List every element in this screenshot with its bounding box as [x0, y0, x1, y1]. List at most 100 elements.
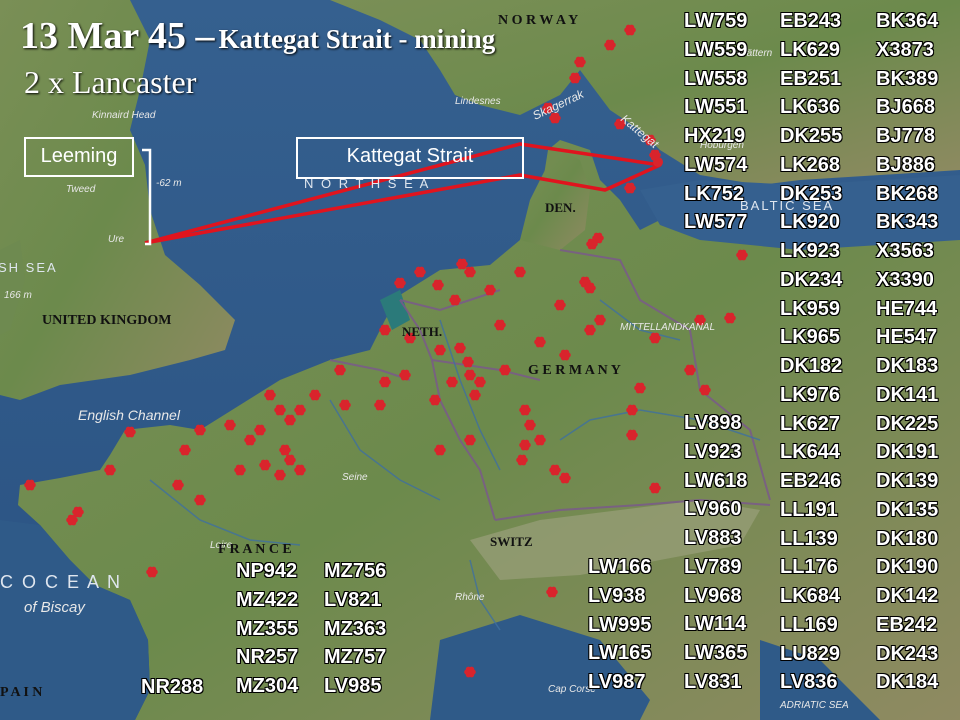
aircraft-serial: DK183 [876, 355, 939, 377]
aircraft-serial: LV789 [684, 555, 742, 578]
aircraft-serial: MZ363 [324, 617, 387, 640]
aircraft-serial: DK255 [780, 125, 843, 147]
aircraft-serial: LW577 [684, 211, 748, 234]
aircraft-serial: LW559 [684, 38, 748, 61]
aircraft-serial: DK243 [876, 642, 939, 665]
label-english-channel: English Channel [78, 407, 181, 423]
aircraft-serial: BK364 [876, 10, 939, 32]
aircraft-serial: HX219 [684, 125, 746, 147]
aircraft-serial: MZ757 [324, 646, 387, 669]
slide-title: 13 Mar 45 – Kattegat Strait - mining [20, 14, 495, 58]
aircraft-serial: DK190 [876, 556, 939, 579]
label-depth1: -62 m [156, 178, 182, 189]
aircraft-serial: LW365 [684, 642, 748, 664]
aircraft-serial: LV923 [684, 440, 742, 463]
label-den: DEN. [545, 200, 576, 215]
label-neth: NETH. [402, 324, 442, 339]
aircraft-serial: LV836 [780, 671, 838, 694]
label-switz: SWITZ [490, 534, 533, 549]
label-kinnaird: Kinnaird Head [92, 110, 156, 121]
label-mittelland: MITTELLANDKANAL [620, 322, 715, 333]
aircraft-serial: LL139 [780, 527, 838, 550]
aircraft-serial: LV968 [684, 584, 742, 607]
aircraft-serial: BK268 [876, 182, 939, 205]
aircraft-serial: DK225 [876, 412, 939, 435]
base-label: Leeming [24, 137, 134, 177]
label-biscay: of Biscay [24, 599, 86, 616]
label-seine: Seine [342, 472, 368, 483]
aircraft-serial: EB242 [876, 613, 938, 636]
aircraft-serial: NR288 [141, 676, 204, 698]
aircraft-serial: DK191 [876, 441, 939, 464]
aircraft-serial: LK923 [780, 240, 841, 262]
aircraft-serial: LK920 [780, 211, 841, 234]
aircraft-serial: BK343 [876, 211, 939, 234]
title-target: Kattegat Strait - mining [218, 24, 496, 54]
aircraft-serial: LW759 [684, 10, 748, 32]
aircraft-serial: NR257 [236, 646, 299, 669]
aircraft-serial: LV831 [684, 670, 742, 693]
aircraft-serial: LV883 [684, 527, 742, 549]
aircraft-serial: LV987 [588, 671, 646, 693]
aircraft-serial: BK389 [876, 67, 939, 90]
aircraft-serial: EB243 [780, 10, 842, 32]
aircraft-serial: EB251 [780, 67, 842, 90]
aircraft-serial: LW551 [684, 96, 748, 119]
target-label: Kattegat Strait [296, 137, 524, 179]
aircraft-serial: X3390 [876, 268, 934, 291]
aircraft-serial: LV960 [684, 498, 742, 521]
aircraft-serial: LL176 [780, 556, 838, 579]
aircraft-serial: DK142 [876, 585, 939, 607]
aircraft-serial: LK965 [780, 326, 841, 349]
aircraft-serial: DK180 [876, 527, 939, 550]
aircraft-serial: DK234 [780, 268, 843, 291]
aircraft-serial: MZ422 [236, 588, 299, 611]
aircraft-serial: MZ304 [236, 675, 299, 697]
aircraft-serial: LK684 [780, 585, 841, 607]
label-adriatic: ADRIATIC SEA [779, 700, 849, 711]
aircraft-serial: NP942 [236, 560, 298, 582]
label-france: F R A N C E [218, 542, 292, 557]
aircraft-serial: LW574 [684, 153, 748, 176]
label-tweed: Tweed [66, 184, 96, 195]
aircraft-serial: DK135 [876, 498, 939, 521]
map-slide: Kinnaird Head Tweed Ure -62 m 166 m Lind… [0, 0, 960, 720]
label-uk: UNITED KINGDOM [42, 313, 172, 328]
aircraft-serial: MZ355 [236, 617, 299, 640]
aircraft-serial: X3563 [876, 240, 934, 262]
label-irish-sea: SH SEA [0, 260, 58, 275]
aircraft-serial: LK268 [780, 153, 841, 176]
label-lindesnes: Lindesnes [455, 96, 501, 107]
aircraft-serial: LW114 [684, 613, 747, 636]
aircraft-serial: LW995 [588, 613, 652, 636]
aircraft-serial: LW618 [684, 469, 748, 492]
aircraft-serial: DK253 [780, 182, 843, 205]
title-date: 13 Mar 45 – [20, 15, 215, 57]
label-ocean: C O C E A N [0, 572, 122, 592]
aircraft-serial: X3873 [876, 38, 934, 61]
aircraft-count: 2 x Lancaster [24, 64, 197, 100]
aircraft-serial: DK182 [780, 355, 843, 377]
aircraft-serial: LW166 [588, 556, 652, 578]
label-germany: G E R M A N Y [528, 363, 621, 378]
aircraft-serial: LW558 [684, 67, 748, 90]
aircraft-serial: BJ778 [876, 125, 935, 147]
aircraft-serial: LV821 [324, 588, 382, 611]
label-rhone: Rhône [455, 592, 485, 603]
aircraft-serial: LK644 [780, 441, 841, 464]
aircraft-serial: LK959 [780, 297, 841, 320]
aircraft-serial: LK976 [780, 383, 841, 406]
aircraft-serial: LV938 [588, 584, 646, 607]
aircraft-serial: EB246 [780, 470, 842, 492]
aircraft-serial: LU829 [780, 642, 841, 665]
aircraft-serial: BJ886 [876, 153, 935, 176]
aircraft-serial: DK141 [876, 383, 939, 406]
aircraft-serial: LK636 [780, 96, 841, 119]
aircraft-serial: MZ756 [324, 560, 387, 582]
aircraft-serial: HE744 [876, 297, 938, 320]
aircraft-serial: LW165 [588, 642, 652, 665]
aircraft-serial: LL169 [780, 613, 838, 636]
aircraft-serial: BJ668 [876, 96, 935, 119]
aircraft-serial: DK184 [876, 671, 939, 694]
label-spain: P A I N [0, 685, 42, 700]
